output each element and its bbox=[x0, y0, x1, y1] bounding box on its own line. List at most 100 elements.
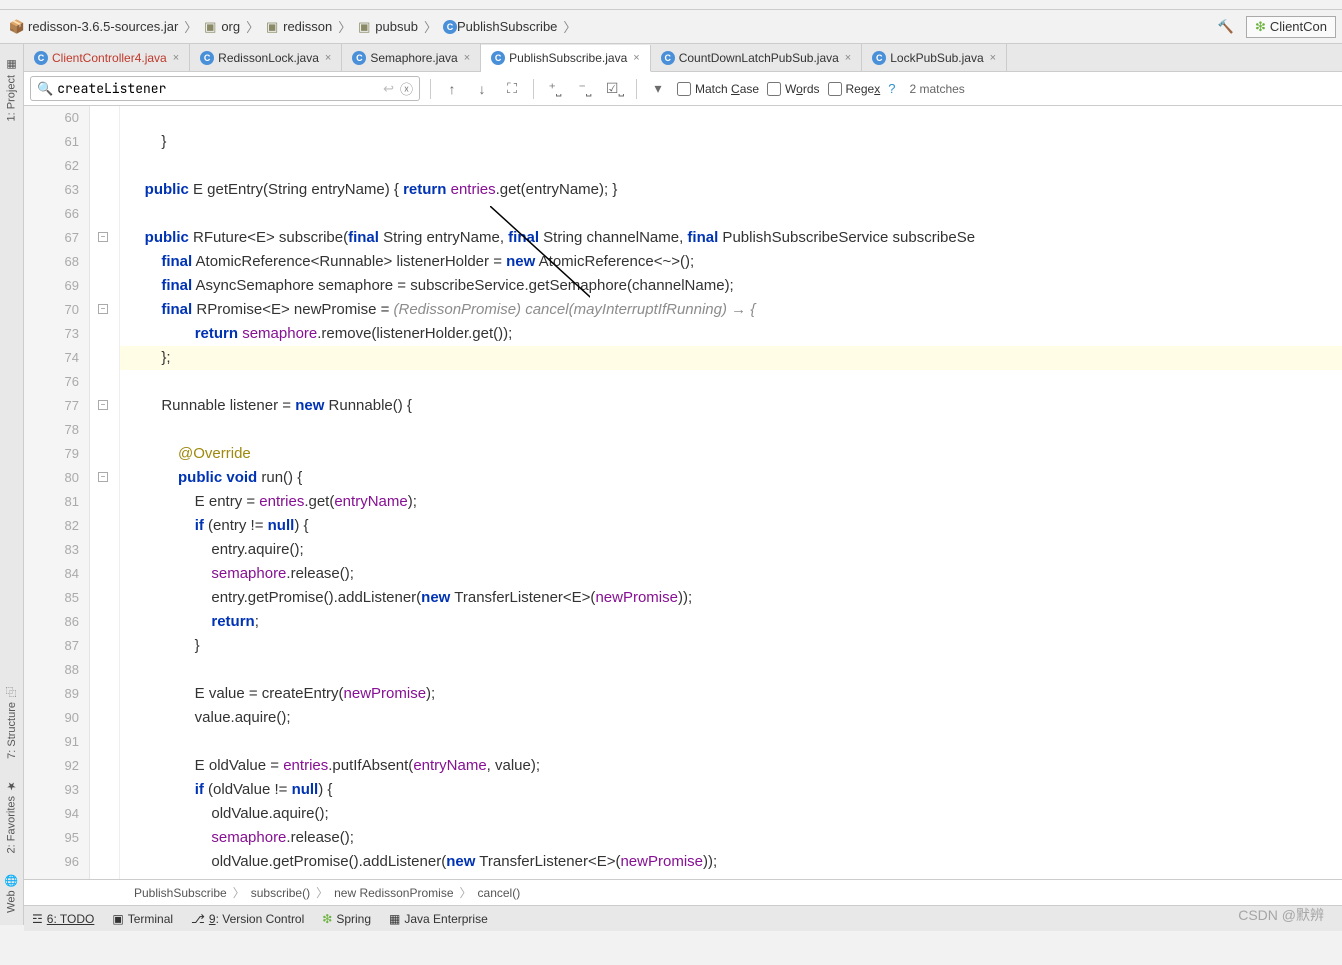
line-number: 82 bbox=[24, 514, 79, 538]
line-number: 85 bbox=[24, 586, 79, 610]
rail-structure[interactable]: 7: Structure⿻ bbox=[2, 679, 22, 767]
line-number: 67 bbox=[24, 226, 79, 250]
folder-icon: ▣ bbox=[203, 20, 217, 34]
run-config-dropdown[interactable]: ❇ ClientCon bbox=[1246, 16, 1336, 38]
remove-selection-icon[interactable]: ⁻⎵ bbox=[574, 78, 596, 100]
tab-redissonlock[interactable]: CRedissonLock.java× bbox=[190, 44, 342, 71]
spring-icon: ❇ bbox=[322, 912, 332, 926]
filter-icon[interactable]: ▾ bbox=[647, 78, 669, 100]
rail-web[interactable]: Web🌐 bbox=[3, 865, 20, 921]
breadcrumb-label: org bbox=[221, 19, 240, 34]
folder-icon: ▣ bbox=[357, 20, 371, 34]
prev-match-button[interactable]: ↑ bbox=[441, 78, 463, 100]
regex-checkbox[interactable]: Regex bbox=[828, 82, 881, 96]
tab-publishsubscribe[interactable]: CPublishSubscribe.java× bbox=[481, 45, 651, 72]
next-match-button[interactable]: ↓ bbox=[471, 78, 493, 100]
fold-icon[interactable]: − bbox=[98, 304, 108, 314]
terminal-button[interactable]: ▣Terminal bbox=[112, 912, 173, 926]
match-case-checkbox[interactable]: Match Case bbox=[677, 82, 759, 96]
line-number: 66 bbox=[24, 202, 79, 226]
search-icon: 🔍 bbox=[37, 81, 53, 97]
breadcrumb-jar[interactable]: 📦 redisson-3.6.5-sources.jar bbox=[6, 17, 182, 36]
web-icon: 🌐 bbox=[5, 873, 18, 886]
java-ee-button[interactable]: ▦Java Enterprise bbox=[389, 912, 488, 926]
class-icon: C bbox=[491, 51, 505, 65]
fold-icon[interactable]: − bbox=[98, 232, 108, 242]
grid-icon: ▦ bbox=[389, 912, 400, 926]
line-number: 89 bbox=[24, 682, 79, 706]
breadcrumb-pkg3[interactable]: ▣ pubsub bbox=[353, 17, 422, 36]
line-number: 83 bbox=[24, 538, 79, 562]
history-icon[interactable]: ↩ bbox=[383, 81, 394, 97]
watermark: CSDN @默辨 bbox=[1238, 905, 1324, 925]
line-number: 60 bbox=[24, 106, 79, 130]
line-number: 90 bbox=[24, 706, 79, 730]
navigation-bar: 📦 redisson-3.6.5-sources.jar 〉 ▣ org 〉 ▣… bbox=[0, 10, 1342, 44]
fold-margin: − − − − bbox=[90, 106, 120, 879]
bc-item[interactable]: cancel() bbox=[478, 886, 521, 900]
tab-countdownlatchpubsub[interactable]: CCountDownLatchPubSub.java× bbox=[651, 44, 863, 71]
bc-item[interactable]: subscribe() bbox=[251, 886, 310, 900]
fold-icon[interactable]: − bbox=[98, 400, 108, 410]
select-all-icon[interactable]: ⛶ bbox=[501, 78, 523, 100]
line-gutter: 60 61 62 63 66 67 68 69 70 73 74 76 77 7… bbox=[24, 106, 90, 879]
rail-project[interactable]: 1: Project▦ bbox=[3, 50, 20, 129]
close-icon[interactable]: × bbox=[990, 52, 996, 64]
help-icon[interactable]: ? bbox=[888, 81, 895, 96]
line-number: 69 bbox=[24, 274, 79, 298]
menu-bar bbox=[0, 0, 1342, 10]
fold-icon[interactable]: − bbox=[98, 472, 108, 482]
find-bar: 🔍 ↩ ⓧ ↑ ↓ ⛶ ⁺⎵ ⁻⎵ ☑⎵ ▾ Match Case Words … bbox=[24, 72, 1342, 106]
spring-icon: ❇ bbox=[1255, 19, 1266, 35]
chevron-right-icon: 〉 bbox=[246, 17, 259, 36]
line-number: 80 bbox=[24, 466, 79, 490]
line-number: 84 bbox=[24, 562, 79, 586]
line-number: 96 bbox=[24, 850, 79, 874]
chevron-right-icon: 〉 bbox=[424, 17, 437, 36]
rail-favorites[interactable]: 2: Favorites★ bbox=[3, 771, 20, 861]
line-number: 68 bbox=[24, 250, 79, 274]
close-icon[interactable]: × bbox=[464, 52, 470, 64]
bc-item[interactable]: PublishSubscribe bbox=[134, 886, 227, 900]
left-tool-rail: 1: Project▦ 7: Structure⿻ 2: Favorites★ … bbox=[0, 44, 24, 925]
select-all-occurrences-icon[interactable]: ☑⎵ bbox=[604, 78, 626, 100]
line-number: 78 bbox=[24, 418, 79, 442]
class-icon: C bbox=[34, 51, 48, 65]
close-icon[interactable]: × bbox=[845, 52, 851, 64]
add-selection-icon[interactable]: ⁺⎵ bbox=[544, 78, 566, 100]
close-icon[interactable]: × bbox=[325, 52, 331, 64]
branch-icon: ⎇ bbox=[191, 912, 205, 926]
breadcrumb-pkg2[interactable]: ▣ redisson bbox=[261, 17, 336, 36]
tab-semaphore[interactable]: CSemaphore.java× bbox=[342, 44, 481, 71]
close-icon[interactable]: × bbox=[633, 52, 639, 64]
tab-clientcontroller4[interactable]: CClientController4.java× bbox=[24, 44, 190, 71]
breadcrumb-pkg1[interactable]: ▣ org bbox=[199, 17, 244, 36]
star-icon: ★ bbox=[5, 779, 18, 792]
terminal-icon: ▣ bbox=[112, 912, 123, 926]
bc-item[interactable]: new RedissonPromise bbox=[334, 886, 453, 900]
folder-icon: ▣ bbox=[265, 20, 279, 34]
version-control-button[interactable]: ⎇9: Version Control bbox=[191, 912, 304, 926]
chevron-right-icon: 〉 bbox=[184, 17, 197, 36]
words-checkbox[interactable]: Words bbox=[767, 82, 819, 96]
class-icon: C bbox=[443, 20, 457, 34]
build-icon[interactable]: 🔨 bbox=[1216, 17, 1236, 37]
line-number: 87 bbox=[24, 634, 79, 658]
find-input-wrap: 🔍 ↩ ⓧ bbox=[30, 76, 420, 101]
line-number: 77 bbox=[24, 394, 79, 418]
class-icon: C bbox=[352, 51, 366, 65]
line-number: 62 bbox=[24, 154, 79, 178]
close-icon[interactable]: × bbox=[173, 52, 179, 64]
breadcrumb-label: redisson-3.6.5-sources.jar bbox=[28, 19, 178, 34]
list-icon: ☲ bbox=[32, 912, 43, 926]
code-editor[interactable]: 60 61 62 63 66 67 68 69 70 73 74 76 77 7… bbox=[24, 106, 1342, 879]
line-number: 63 bbox=[24, 178, 79, 202]
spring-button[interactable]: ❇Spring bbox=[322, 912, 371, 926]
find-input[interactable] bbox=[57, 80, 383, 97]
todo-button[interactable]: ☲6: TODO bbox=[32, 912, 94, 926]
tab-lockpubsub[interactable]: CLockPubSub.java× bbox=[862, 44, 1007, 71]
editor-breadcrumb: PublishSubscribe〉 subscribe()〉 new Redis… bbox=[24, 879, 1342, 905]
breadcrumb-file[interactable]: C PublishSubscribe bbox=[439, 17, 561, 36]
clear-icon[interactable]: ⓧ bbox=[400, 79, 413, 98]
code-area[interactable]: } public E getEntry(String entryName) { … bbox=[120, 106, 1342, 879]
